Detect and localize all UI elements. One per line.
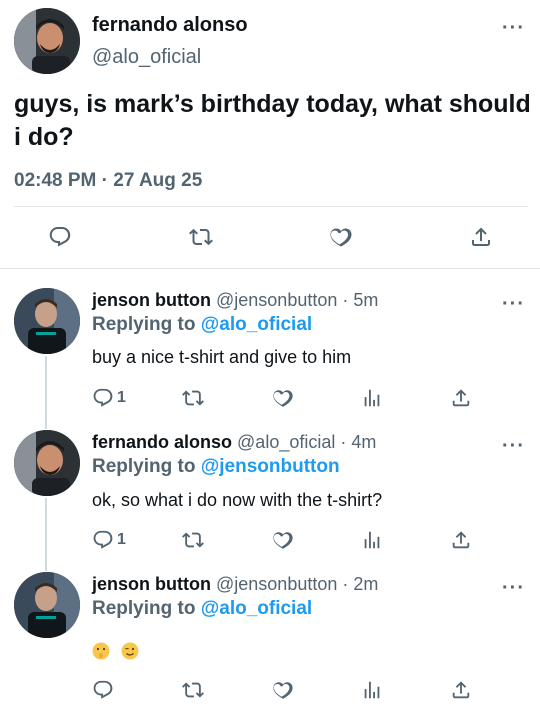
- author-name[interactable]: fernando alonso: [92, 14, 248, 37]
- replying-to-mention[interactable]: @alo_oficial: [201, 314, 312, 335]
- share-icon: [450, 529, 472, 551]
- retweet-button[interactable]: [189, 225, 213, 249]
- author-handle[interactable]: @jensonbutton · 2m: [216, 574, 378, 594]
- more-options-icon[interactable]: ···: [502, 578, 525, 598]
- like-button[interactable]: [272, 529, 294, 551]
- shushing-face-emoji: [92, 642, 110, 660]
- like-button[interactable]: [272, 387, 294, 409]
- reply-icon: [92, 387, 114, 409]
- analytics-button[interactable]: [361, 679, 383, 701]
- like-button[interactable]: [272, 679, 294, 701]
- share-icon: [450, 387, 472, 409]
- reply-header: jenson button @jensonbutton · 2m: [92, 574, 378, 595]
- avatar[interactable]: [14, 288, 80, 354]
- reply-count: 1: [117, 389, 126, 406]
- replying-to-mention[interactable]: @jensonbutton: [201, 456, 340, 477]
- reply-button[interactable]: [92, 679, 114, 701]
- reply-button[interactable]: [48, 225, 72, 249]
- avatar[interactable]: [14, 572, 80, 638]
- author-handle[interactable]: @jensonbutton · 5m: [216, 290, 378, 310]
- reply-header: jenson button @jensonbutton · 5m: [92, 290, 378, 311]
- like-button[interactable]: [329, 225, 353, 249]
- retweet-button[interactable]: [182, 387, 204, 409]
- divider: [14, 206, 528, 207]
- share-icon: [450, 679, 472, 701]
- analytics-icon: [361, 679, 383, 701]
- replying-to-label: Replying to: [92, 598, 196, 619]
- reply-tweet: jenson button @jensonbutton · 2m ··· Rep…: [0, 568, 540, 712]
- reply-icon: [48, 225, 72, 249]
- tweet-timestamp[interactable]: 02:48 PM · 27 Aug 25: [14, 170, 202, 192]
- author-name[interactable]: jenson button: [92, 290, 211, 310]
- reply-button[interactable]: 1: [92, 387, 126, 409]
- replying-to-label: Replying to: [92, 456, 196, 477]
- reply-icon: [92, 529, 114, 551]
- author-name[interactable]: fernando alonso: [92, 432, 232, 452]
- retweet-button[interactable]: [182, 679, 204, 701]
- analytics-icon: [361, 529, 383, 551]
- replying-to-label: Replying to: [92, 314, 196, 335]
- retweet-icon: [189, 225, 213, 249]
- reply-text: ok, so what i do now with the t-shirt?: [92, 490, 383, 510]
- tweet-text: guys, is mark’s birthday today, what sho…: [14, 90, 531, 151]
- author-handle[interactable]: @alo_oficial · 4m: [237, 432, 376, 452]
- reply-count: 1: [117, 531, 126, 548]
- share-button[interactable]: [469, 225, 493, 249]
- retweet-button[interactable]: [182, 529, 204, 551]
- share-icon: [469, 225, 493, 249]
- share-button[interactable]: [450, 679, 472, 701]
- analytics-button[interactable]: [361, 529, 383, 551]
- winking-face-emoji: [121, 642, 139, 660]
- avatar[interactable]: [14, 8, 80, 74]
- share-button[interactable]: [450, 387, 472, 409]
- analytics-icon: [361, 387, 383, 409]
- reply-header: fernando alonso @alo_oficial · 4m: [92, 432, 376, 453]
- more-options-icon[interactable]: ···: [502, 18, 525, 38]
- reply-button[interactable]: 1: [92, 529, 126, 551]
- analytics-button[interactable]: [361, 387, 383, 409]
- author-name[interactable]: jenson button: [92, 574, 211, 594]
- retweet-icon: [182, 529, 204, 551]
- divider: [0, 268, 540, 269]
- reply-tweet: jenson button @jensonbutton · 5m ··· Rep…: [0, 284, 540, 426]
- replying-to: Replying to @alo_oficial: [92, 598, 312, 620]
- replying-to: Replying to @jensonbutton: [92, 456, 340, 478]
- reply-text: buy a nice t-shirt and give to him: [92, 347, 352, 367]
- reply-tweet: fernando alonso @alo_oficial · 4m ··· Re…: [0, 426, 540, 568]
- reply-emojis: [92, 640, 139, 661]
- heart-icon: [272, 387, 294, 409]
- more-options-icon[interactable]: ···: [502, 436, 525, 456]
- avatar[interactable]: [14, 430, 80, 496]
- retweet-icon: [182, 679, 204, 701]
- share-button[interactable]: [450, 529, 472, 551]
- more-options-icon[interactable]: ···: [502, 294, 525, 314]
- author-handle[interactable]: @alo_oficial: [92, 46, 201, 69]
- replying-to: Replying to @alo_oficial: [92, 314, 312, 336]
- heart-icon: [272, 679, 294, 701]
- main-tweet: fernando alonso @alo_oficial ··· guys, i…: [0, 0, 540, 268]
- retweet-icon: [182, 387, 204, 409]
- heart-icon: [329, 225, 353, 249]
- reply-icon: [92, 679, 114, 701]
- heart-icon: [272, 529, 294, 551]
- replying-to-mention[interactable]: @alo_oficial: [201, 598, 312, 619]
